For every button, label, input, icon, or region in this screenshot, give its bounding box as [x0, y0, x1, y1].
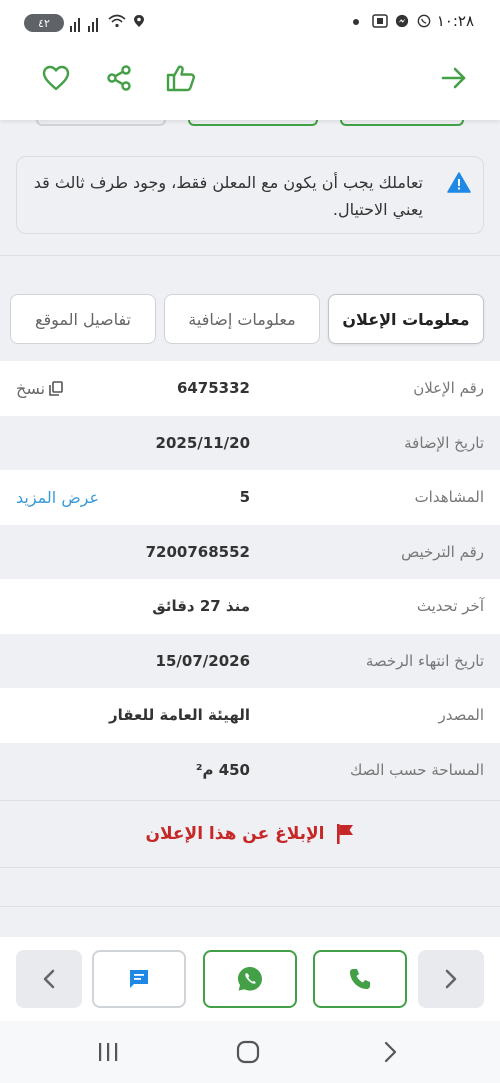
tab-ad-info[interactable]: معلومات الإعلان: [328, 294, 484, 344]
row-value: 7200768552: [145, 542, 250, 561]
row-label: المساحة حسب الصك: [350, 760, 484, 779]
screenshot-icon: [372, 14, 388, 28]
table-row: رقم الترخيص 7200768552: [0, 524, 500, 579]
warning-text: تعاملك يجب أن يكون مع المعلن فقط، وجود ط…: [33, 173, 423, 219]
arrow-right-icon[interactable]: [438, 62, 470, 94]
table-row: تاريخ الإضافة 2025/11/20: [0, 415, 500, 470]
flag-icon: [336, 824, 353, 844]
row-value: 6475332: [176, 379, 250, 398]
row-value: 5: [239, 488, 250, 507]
signal-icon-2: [88, 14, 98, 32]
chevron-left-icon: [43, 969, 55, 989]
divider: [0, 255, 500, 256]
row-value: منذ 27 دقائق: [152, 597, 250, 616]
partial-button: [36, 120, 166, 126]
call-button[interactable]: [313, 950, 407, 1008]
location-icon: [134, 15, 144, 27]
chevron-right-icon: [445, 969, 457, 989]
whatsapp-status-icon: [417, 14, 431, 28]
wifi-icon: [108, 14, 126, 28]
copy-icon: [49, 380, 63, 396]
whatsapp-icon: [238, 967, 262, 991]
system-nav-bar: [0, 1021, 500, 1083]
recents-icon[interactable]: [92, 1037, 124, 1067]
previous-ad-button[interactable]: [16, 950, 82, 1008]
row-label: تاريخ انتهاء الرخصة: [365, 651, 484, 670]
messenger-icon: [395, 14, 409, 28]
top-action-bar: [0, 46, 500, 120]
row-label: آخر تحديث: [416, 597, 484, 616]
heart-icon[interactable]: [40, 62, 72, 94]
table-row: تاريخ انتهاء الرخصة 15/07/2026: [0, 633, 500, 688]
table-row: آخر تحديث منذ 27 دقائق: [0, 579, 500, 634]
fraud-warning-notice: تعاملك يجب أن يكون مع المعلن فقط، وجود ط…: [16, 156, 484, 234]
report-label: الإبلاغ عن هذا الإعلان: [145, 824, 325, 844]
table-row: المشاهدات 5 عرض المزيد: [0, 470, 500, 525]
battery-icon: ٤٢: [24, 14, 64, 32]
copy-label: نسخ: [16, 378, 46, 398]
whatsapp-button[interactable]: [203, 950, 297, 1008]
partial-button: [340, 120, 464, 126]
table-row: رقم الإعلان 6475332 نسخ: [0, 361, 500, 416]
contact-bar: [0, 937, 500, 1021]
status-bar: ٤٢ ١٠:٢٨: [0, 0, 500, 46]
app-root: ٤٢ ١٠:٢٨ تعاملك يجب أن يكون مع المعلن فق…: [0, 0, 500, 1083]
share-icon[interactable]: [103, 62, 135, 94]
ad-details-table: رقم الإعلان 6475332 نسخ تاريخ الإضافة 20…: [0, 361, 500, 797]
info-tabs: معلومات الإعلان معلومات إضافية تفاصيل ال…: [10, 294, 484, 344]
signal-icon: [70, 14, 80, 32]
copy-button[interactable]: نسخ: [16, 361, 63, 416]
row-value: 15/07/2026: [155, 651, 250, 670]
dot-icon: [353, 19, 359, 25]
home-icon[interactable]: [232, 1037, 264, 1067]
table-row: المصدر الهيئة العامة للعقار: [0, 688, 500, 743]
next-ad-button[interactable]: [418, 950, 484, 1008]
tab-additional-info[interactable]: معلومات إضافية: [164, 294, 320, 344]
chat-icon: [130, 970, 148, 988]
partial-buttons-row: [0, 120, 500, 128]
phone-icon: [350, 969, 370, 989]
chat-button[interactable]: [92, 950, 186, 1008]
row-label: رقم الترخيص: [401, 542, 484, 561]
partial-button: [188, 120, 318, 126]
status-time: ١٠:٢٨: [436, 12, 474, 30]
divider: [0, 906, 500, 907]
report-ad-button[interactable]: الإبلاغ عن هذا الإعلان: [0, 800, 500, 868]
back-icon[interactable]: [374, 1037, 406, 1067]
row-value: الهيئة العامة للعقار: [108, 706, 250, 725]
row-label: المشاهدات: [414, 488, 484, 507]
row-value: 2025/11/20: [155, 433, 250, 452]
show-more-link[interactable]: عرض المزيد: [16, 470, 99, 525]
table-row: المساحة حسب الصك 450 م²: [0, 742, 500, 797]
thumbs-up-icon[interactable]: [165, 62, 197, 94]
battery-level: ٤٢: [38, 16, 50, 30]
warning-icon: [447, 172, 471, 193]
row-label: تاريخ الإضافة: [404, 433, 484, 452]
row-label: المصدر: [438, 706, 484, 725]
row-label: رقم الإعلان: [413, 379, 484, 398]
row-value: 450 م²: [195, 760, 250, 779]
tab-location-details[interactable]: تفاصيل الموقع: [10, 294, 156, 344]
